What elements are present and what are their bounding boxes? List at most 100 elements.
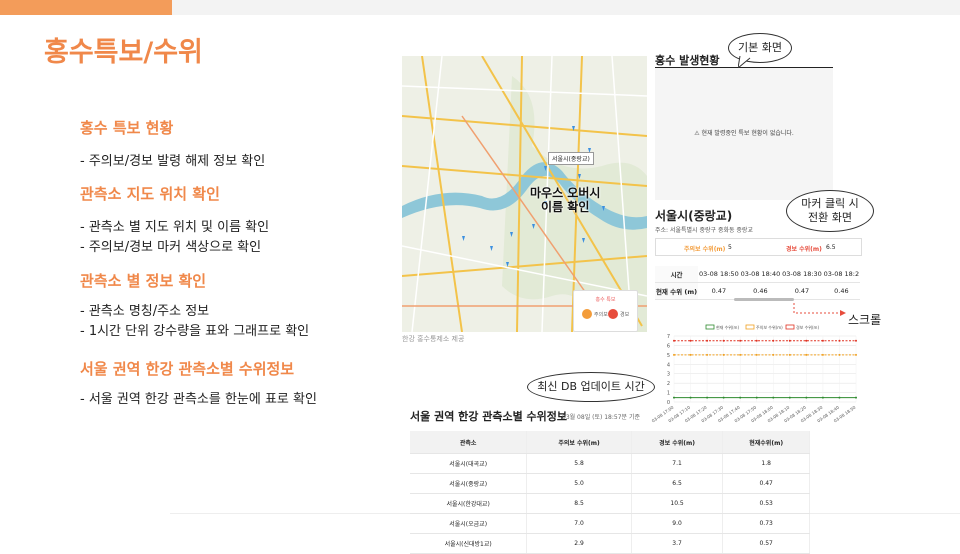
col-header: 경보 수위(m): [631, 431, 723, 454]
scroll-arrow-icon: [792, 303, 848, 317]
data-point: [756, 397, 758, 399]
legend-label: 경보 수위(m): [796, 324, 819, 330]
table-row: 서울시(오금교)7.09.00.73: [410, 514, 810, 534]
callout-tail: [738, 56, 752, 68]
data-point: [756, 340, 758, 342]
table-row: 서울시(중랑교)5.06.50.47: [410, 474, 810, 494]
seoul-table-timestamp: 03월 08일 (토) 18:57분 기준: [562, 412, 640, 421]
data-point: [723, 354, 725, 356]
cell: 0.57: [723, 534, 810, 554]
data-point: [855, 340, 857, 342]
time-cell: 03-08 18:50: [698, 266, 740, 283]
table-row: 서울시(한강대교)8.510.50.53: [410, 494, 810, 514]
level-cell: 0.47: [781, 283, 823, 300]
section-item: - 관측소 별 지도 위치 및 이름 확인: [80, 216, 269, 235]
cell: 3.7: [631, 534, 723, 554]
data-point: [756, 354, 758, 356]
data-point: [739, 354, 741, 356]
table-header-time: 시간: [655, 266, 698, 283]
cell: 7.0: [527, 514, 632, 534]
legend-swatch: [786, 325, 794, 329]
y-tick-label: 2: [667, 381, 670, 387]
map-legend: 홍수 특보 주의보 경보: [573, 290, 638, 332]
callout-line-1: 마커 클릭 시: [801, 197, 859, 211]
table-row: 서울시(대곡교)5.87.11.8: [410, 454, 810, 474]
time-cell: 03-08 18:30: [781, 266, 823, 283]
data-point: [772, 354, 774, 356]
y-tick-label: 7: [667, 334, 670, 340]
data-point: [805, 397, 807, 399]
col-header: 관측소: [410, 431, 527, 454]
flood-status-title: 홍수 발생현황: [655, 52, 720, 68]
y-tick-label: 3: [667, 372, 670, 378]
data-point: [690, 397, 692, 399]
legend-warning: 경보: [620, 311, 629, 318]
cell: 서울시(대곡교): [410, 454, 527, 474]
section-item: - 1시간 단위 강수량을 표와 그래프로 확인: [80, 320, 309, 339]
data-point: [805, 340, 807, 342]
col-header: 주의보 수위(m): [527, 431, 632, 454]
section-item: - 서울 권역 한강 관측소를 한눈에 표로 확인: [80, 388, 317, 407]
y-tick-label: 5: [667, 353, 670, 359]
data-point: [739, 397, 741, 399]
level-cell: 0.46: [823, 283, 860, 300]
data-point: [855, 397, 857, 399]
legend-title: 홍수 특보: [574, 296, 637, 303]
section-item: - 관측소 명칭/주소 정보: [80, 300, 209, 319]
legend-label: 주의보 수위(m): [756, 324, 783, 330]
data-point: [789, 340, 791, 342]
caution-dot-icon: [582, 309, 592, 319]
col-header: 현재수위(m): [723, 431, 810, 454]
flood-status-message: ⚠ 현재 발령중인 특보 현황이 없습니다.: [655, 128, 833, 137]
data-point: [838, 354, 840, 356]
data-point: [772, 340, 774, 342]
seoul-level-table: 관측소 주의보 수위(m) 경보 수위(m) 현재수위(m) 서울시(대곡교)5…: [410, 431, 810, 554]
data-point: [690, 354, 692, 356]
cell: 5.8: [527, 454, 632, 474]
cell: 0.47: [723, 474, 810, 494]
cell: 5.0: [527, 474, 632, 494]
legend-swatch: [746, 325, 754, 329]
cell: 7.1: [631, 454, 723, 474]
time-cell: 03-08 18:40: [740, 266, 782, 283]
station-thresholds: 주의보 수위(m) 5 경보 수위(m) 6.5: [655, 238, 862, 256]
cell: 서울시(오금교): [410, 514, 527, 534]
top-gray-bar: [172, 0, 960, 15]
cell: 0.73: [723, 514, 810, 534]
top-accent-bar: [0, 0, 172, 15]
slide-title: 홍수특보/수위: [44, 30, 203, 69]
mouseover-annotation: 마우스 오버시 이름 확인: [530, 186, 600, 214]
cell: 9.0: [631, 514, 723, 534]
data-point: [673, 397, 675, 399]
data-point: [822, 397, 824, 399]
cell: 서울시(신대방1교): [410, 534, 527, 554]
data-point: [805, 354, 807, 356]
data-point: [706, 354, 708, 356]
table-row: 서울시(신대방1교)2.93.70.57: [410, 534, 810, 554]
data-point: [723, 340, 725, 342]
callout-latest-db: 최신 DB 업데이트 시간: [527, 372, 655, 402]
section-heading-map-location: 관측소 지도 위치 확인: [80, 183, 220, 204]
cell: 1.8: [723, 454, 810, 474]
data-point: [706, 397, 708, 399]
overlay-line-2: 이름 확인: [530, 200, 600, 214]
y-tick-label: 6: [667, 343, 670, 349]
cell: 10.5: [631, 494, 723, 514]
section-item: - 주의보/경보 발령 해제 정보 확인: [80, 150, 265, 169]
callout-marker-click: 마커 클릭 시전환 화면: [786, 190, 874, 232]
map-caption: 한강 홍수통제소 제공: [402, 334, 464, 344]
legend-caution: 주의보: [594, 311, 608, 318]
station-level-table[interactable]: 시간 03-08 18:50 03-08 18:40 03-08 18:30 0…: [655, 266, 860, 300]
level-cell: 0.46: [740, 283, 782, 300]
callout-line-2: 전환 화면: [801, 211, 859, 225]
warning-dot-icon: [608, 309, 618, 319]
water-level-chart: 01234567현재 수위(m)주의보 수위(m)경보 수위(m)03-08 1…: [650, 322, 862, 424]
table-scrollbar[interactable]: [734, 298, 794, 301]
data-point: [739, 340, 741, 342]
caution-level-value: 5: [728, 244, 732, 251]
cell: 0.53: [723, 494, 810, 514]
y-tick-label: 4: [667, 362, 670, 368]
station-name-popup: 서울시(중랑교): [548, 152, 594, 165]
cell: 2.9: [527, 534, 632, 554]
y-tick-label: 1: [667, 391, 670, 397]
